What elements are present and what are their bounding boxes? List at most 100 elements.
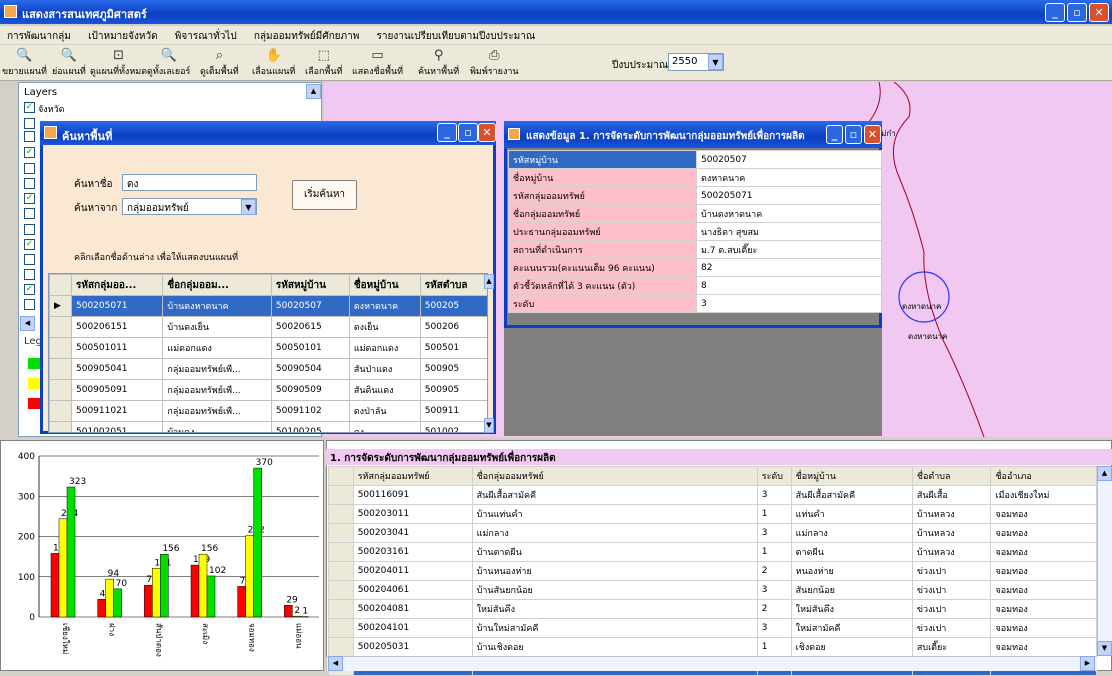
vertical-scrollbar[interactable] (1097, 466, 1112, 656)
tool-show-label-button[interactable]: ▭แสดงชื่อพื้นที่ (352, 47, 403, 78)
table-row[interactable]: 500206151บ้านดงเย็น50020615ดงเย็น500206 (50, 317, 489, 338)
table-row[interactable]: 500905041กลุ่มออมทรัพย์เพื...50090504สัน… (50, 359, 489, 380)
table-row[interactable]: 500204011บ้านหนองห่าย2หนองห่ายข่วงเปาจอม… (329, 562, 1097, 581)
scroll-up-icon[interactable]: ▲ (1097, 466, 1112, 481)
scroll-left-icon[interactable]: ◀ (328, 656, 343, 671)
layer-checkbox[interactable]: ✓ (24, 239, 35, 250)
row-selector[interactable] (329, 581, 354, 600)
row-selector[interactable] (50, 401, 72, 422)
close-button[interactable]: ✕ (1089, 3, 1109, 22)
tool-pan-hand-button[interactable]: ✋เลื่อนแผนที่ (252, 47, 295, 78)
table-row[interactable]: 500203011บ้านแท่นคำ1แท่นคำบ้านหลวงจอมทอง (329, 505, 1097, 524)
table-column-header[interactable]: ระดับ (757, 467, 791, 486)
tool-printer-button[interactable]: ⎙พิมพ์รายงาน (470, 47, 519, 78)
tool-select-area-button[interactable]: ⬚เลือกพื้นที่ (305, 47, 342, 78)
row-selector[interactable] (50, 380, 72, 401)
tool-zoom-area-button[interactable]: ⌕ดูเต็มพื้นที่ (200, 47, 239, 78)
tool-zoom-layer-button[interactable]: 🔍ดูทั้งเลเยอร์ (147, 47, 190, 78)
table-row[interactable]: 500905091กลุ่มออมทรัพย์เพื...50090509สัน… (50, 380, 489, 401)
layer-checkbox[interactable] (24, 269, 35, 280)
table-column-header[interactable]: ชื่อหมู่บ้าน (791, 467, 912, 486)
grid-column-header[interactable]: ชื่อหมู่บ้าน (349, 275, 420, 296)
scroll-down-icon[interactable]: ▼ (484, 418, 494, 433)
layer-checkbox[interactable] (24, 208, 35, 219)
table-row[interactable]: ▶500205071บ้านดงหาดนาค50020507ดงหาดนาค50… (50, 296, 489, 317)
detail-close-button[interactable]: ✕ (864, 125, 881, 144)
table-column-header[interactable]: ชื่ออำเภอ (991, 467, 1097, 486)
tool-zoom-in-button[interactable]: 🔍ขยายแผนที่ (2, 47, 47, 78)
horizontal-scrollbar[interactable] (326, 656, 1097, 671)
minimize-button[interactable]: _ (1045, 3, 1065, 22)
layer-checkbox[interactable] (24, 131, 35, 142)
table-row[interactable]: 500205031บ้านเชิงดอย1เชิงดอยสบเตี๊ยะจอมท… (329, 638, 1097, 657)
scroll-up-icon[interactable]: ▲ (306, 84, 321, 99)
layer-checkbox[interactable]: ✓ (24, 284, 35, 295)
layer-checkbox[interactable]: ✓ (24, 102, 35, 113)
table-column-header[interactable]: รหัสกลุ่มออมทรัพย์ (353, 467, 472, 486)
chevron-down-icon[interactable]: ▼ (241, 199, 256, 215)
grid-column-header[interactable]: รหัสตำบล (420, 275, 488, 296)
row-selector[interactable] (329, 562, 354, 581)
search-name-input[interactable]: ดง (122, 174, 257, 191)
scroll-right-icon[interactable]: ▶ (1080, 656, 1095, 671)
search-minimize-button[interactable]: _ (437, 123, 457, 142)
tool-binoculars-button[interactable]: ⚲ค้นหาพื้นที่ (418, 47, 459, 78)
zoom-out-icon: 🔍 (52, 47, 86, 64)
layer-checkbox[interactable] (24, 163, 35, 174)
table-column-header[interactable]: ชื่อกลุ่มออมทรัพย์ (472, 467, 757, 486)
tool-zoom-out-button[interactable]: 🔍ย่อแผนที่ (52, 47, 86, 78)
row-selector[interactable] (50, 359, 72, 380)
scroll-down-icon[interactable]: ▼ (1097, 641, 1112, 656)
table-row[interactable]: 500204061บ้านสันยกน้อย3สันยกน้อยข่วงเปาจ… (329, 581, 1097, 600)
layer-checkbox[interactable]: ✓ (24, 147, 35, 158)
row-selector[interactable] (329, 524, 354, 543)
maximize-button[interactable]: ▫ (1067, 3, 1087, 22)
table-column-header[interactable]: ชื่อตำบล (912, 467, 991, 486)
grid-column-header[interactable]: รหัสกลุ่มออ... (72, 275, 163, 296)
table-cell: 3 (757, 524, 791, 543)
row-selector[interactable] (329, 638, 354, 657)
detail-key: ชื่อหมู่บ้าน (509, 169, 697, 187)
menu-item-potential-groups[interactable]: กลุ่มออมทรัพย์มีศักยภาพ (247, 26, 366, 47)
scroll-left-icon[interactable]: ◀ (20, 316, 35, 331)
search-close-button[interactable]: ✕ (478, 123, 496, 142)
layer-checkbox[interactable] (24, 118, 35, 129)
row-selector[interactable]: ▶ (50, 296, 72, 317)
search-maximize-button[interactable]: ▫ (458, 123, 478, 142)
table-row[interactable]: 500501011แม่ดอกแดง50050101แม่ดอกแดง50050… (50, 338, 489, 359)
row-selector[interactable] (329, 600, 354, 619)
layer-checkbox[interactable] (24, 299, 35, 310)
grid-column-header[interactable]: รหัสหมู่บ้าน (271, 275, 349, 296)
search-hint: คลิกเลือกชื่อด้านล่าง เพื่อให้แสดงบนแผนท… (74, 250, 238, 264)
chevron-down-icon[interactable]: ▼ (708, 54, 723, 70)
layer-checkbox[interactable] (24, 224, 35, 235)
search-from-select[interactable]: กลุ่มออมทรัพย์ (122, 198, 257, 215)
row-selector[interactable] (50, 317, 72, 338)
row-selector[interactable] (329, 486, 354, 505)
detail-maximize-button[interactable]: ▫ (845, 125, 862, 144)
menu-item-general[interactable]: พิจารณาทั่วไป (168, 26, 244, 47)
row-selector[interactable] (329, 505, 354, 524)
table-row[interactable]: 500203041แม่กลาง3แม่กลางบ้านหลวงจอมทอง (329, 524, 1097, 543)
table-row[interactable]: 501002051บ้านดง50100205ดง501002 (50, 422, 489, 434)
row-selector[interactable] (50, 338, 72, 359)
table-row[interactable]: 500116091สันผีเสื้อสามัคคี3สันผีเสื้อสาม… (329, 486, 1097, 505)
table-row[interactable]: 500204101บ้านใหม่สามัคคี3ใหม่สามัคคีข่วง… (329, 619, 1097, 638)
start-search-button[interactable]: เริ่มค้นหา (292, 180, 357, 210)
menu-item-province-goal[interactable]: เป้าหมายจังหวัด (81, 26, 164, 47)
layer-checkbox[interactable] (24, 178, 35, 189)
scroll-up-icon[interactable]: ▲ (484, 274, 494, 289)
detail-minimize-button[interactable]: _ (826, 125, 843, 144)
table-row[interactable]: 500911021กลุ่มออมทรัพย์เพื...50091102ดงป… (50, 401, 489, 422)
row-selector[interactable] (50, 422, 72, 434)
menu-item-fiscal-report[interactable]: รายงานเปรียบเทียบตามปีงบประมาณ (370, 26, 543, 47)
layer-checkbox[interactable]: ✓ (24, 193, 35, 204)
menu-item-group-dev[interactable]: การพัฒนากลุ่ม (0, 26, 78, 47)
tool-full-extent-button[interactable]: ⊡ดูแผนที่ทั้งหมด (90, 47, 147, 78)
table-row[interactable]: 500203161บ้านตาดผีน1ตาดผีนบ้านหลวงจอมทอง (329, 543, 1097, 562)
grid-column-header[interactable]: ชื่อกลุ่มออม... (163, 275, 272, 296)
row-selector[interactable] (329, 619, 354, 638)
row-selector[interactable] (329, 543, 354, 562)
table-row[interactable]: 500204081ใหม่สันคึง2ใหม่สันคึงข่วงเปาจอม… (329, 600, 1097, 619)
layer-checkbox[interactable] (24, 254, 35, 265)
